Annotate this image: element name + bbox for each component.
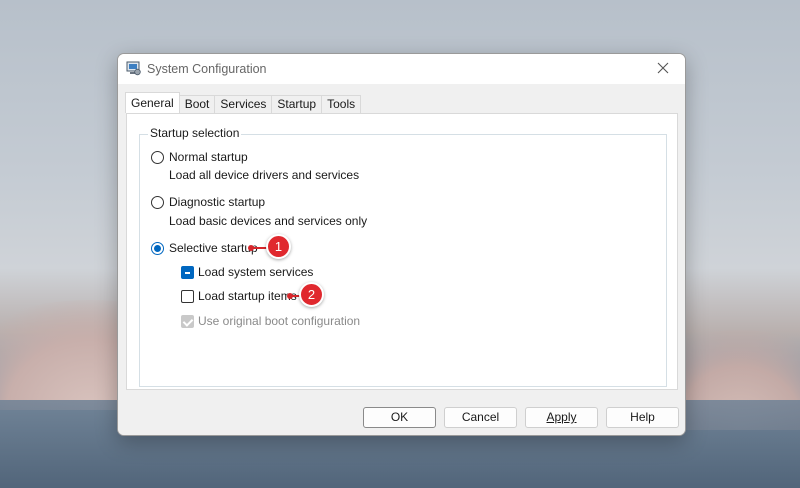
use-original-boot-label: Use original boot configuration <box>198 314 361 328</box>
tab-boot[interactable]: Boot <box>178 95 216 113</box>
callout-1-badge: 1 <box>266 234 291 259</box>
title-bar: System Configuration <box>118 54 685 84</box>
cancel-button[interactable]: Cancel <box>444 407 517 428</box>
close-button[interactable] <box>643 54 683 84</box>
startup-selection-legend: Startup selection <box>148 126 242 140</box>
selective-startup-label[interactable]: Selective startup <box>169 241 258 255</box>
load-system-services-checkbox[interactable] <box>181 266 194 279</box>
diagnostic-startup-label[interactable]: Diagnostic startup <box>169 195 265 209</box>
ok-button[interactable]: OK <box>363 407 436 428</box>
dialog-client-area: General Boot Services Startup Tools Star… <box>118 84 685 435</box>
apply-button-label: Apply <box>546 410 577 424</box>
normal-startup-description: Load all device drivers and services <box>169 168 360 182</box>
use-original-boot-checkbox <box>181 315 194 328</box>
system-configuration-window: System Configuration General Boot Servic… <box>117 53 686 436</box>
diagnostic-startup-radio[interactable] <box>151 196 164 209</box>
general-tab-panel: Startup selection Normal startup Load al… <box>126 113 678 390</box>
tab-tools[interactable]: Tools <box>321 95 362 113</box>
normal-startup-radio[interactable] <box>151 151 164 164</box>
callout-2-badge: 2 <box>299 282 324 307</box>
tab-strip: General Boot Services Startup Tools <box>125 92 362 113</box>
diagnostic-startup-description: Load basic devices and services only <box>169 214 368 228</box>
load-startup-items-checkbox[interactable] <box>181 290 194 303</box>
help-button[interactable]: Help <box>606 407 679 428</box>
system-config-icon <box>126 61 141 76</box>
selective-startup-radio[interactable] <box>151 242 164 255</box>
window-title: System Configuration <box>147 62 267 76</box>
tab-general[interactable]: General <box>125 92 180 113</box>
tab-startup[interactable]: Startup <box>271 95 323 113</box>
tab-services[interactable]: Services <box>214 95 273 113</box>
load-system-services-label[interactable]: Load system services <box>198 265 313 279</box>
apply-button[interactable]: Apply <box>525 407 598 428</box>
load-startup-items-label[interactable]: Load startup items <box>198 289 297 303</box>
close-icon <box>657 62 669 77</box>
normal-startup-label[interactable]: Normal startup <box>169 150 248 164</box>
